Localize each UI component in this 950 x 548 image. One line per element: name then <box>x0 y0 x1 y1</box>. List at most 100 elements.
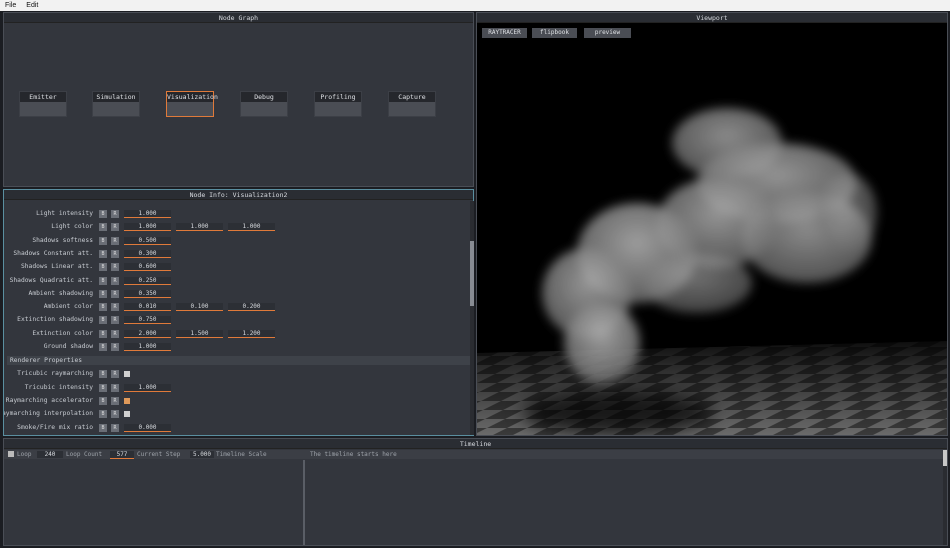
checkbox[interactable] <box>124 371 130 378</box>
smoke-render-scene[interactable] <box>477 23 947 435</box>
menu-bar: File Edit <box>0 0 950 11</box>
bind-button[interactable]: B <box>99 210 107 218</box>
value-field[interactable]: 1.000 <box>228 223 275 232</box>
current-step-label: Current Step <box>137 451 181 458</box>
bind-button[interactable]: B <box>99 223 107 232</box>
node-info-scrollbar[interactable] <box>470 201 474 435</box>
value-field[interactable]: 1.500 <box>176 329 223 338</box>
reset-button[interactable]: R <box>111 423 119 432</box>
property-label: Raymarching interpolation <box>4 410 93 418</box>
checkbox[interactable] <box>124 411 130 418</box>
bind-button[interactable]: B <box>99 370 107 379</box>
property-row-raymarching-interpolation: Raymarching interpolation B R <box>4 409 470 420</box>
reset-button[interactable]: R <box>111 276 119 285</box>
reset-button[interactable]: R <box>111 383 119 392</box>
bind-button[interactable]: B <box>99 423 107 432</box>
value-field[interactable]: 0.500 <box>124 236 171 245</box>
value-field[interactable]: 1.000 <box>124 223 171 232</box>
menu-edit[interactable]: Edit <box>21 2 43 9</box>
bind-button[interactable]: B <box>99 383 107 392</box>
bind-button[interactable]: B <box>99 303 107 312</box>
value-field[interactable]: 0.100 <box>176 303 223 312</box>
value-field[interactable]: 1.000 <box>124 210 171 218</box>
property-label: Extinction shadowing <box>17 316 93 324</box>
property-label: Shadows Quadratic att. <box>9 276 93 284</box>
property-label: Shadows Constant att. <box>13 249 93 257</box>
checkbox[interactable] <box>124 397 130 404</box>
value-field[interactable]: 0.750 <box>124 316 171 325</box>
property-row-tricubic-intensity: Tricubic intensity B R 1.000 <box>4 383 470 394</box>
value-field[interactable]: 0.350 <box>124 289 171 298</box>
bind-button[interactable]: B <box>99 329 107 338</box>
timeline-track-area[interactable] <box>307 460 942 545</box>
viewport-panel: Viewport RAYTRACER flipbook preview <box>476 12 948 436</box>
bind-button[interactable]: B <box>99 236 107 245</box>
property-row-smoke-fire-mix-ratio: Smoke/Fire mix ratio B R 0.000 <box>4 423 470 434</box>
section-label: Renderer Properties <box>10 357 83 365</box>
timeline-scrollbar[interactable] <box>943 450 947 545</box>
bind-button[interactable]: B <box>99 396 107 405</box>
bind-button[interactable]: B <box>99 289 107 298</box>
reset-button[interactable]: R <box>111 316 119 325</box>
reset-button[interactable]: R <box>111 223 119 232</box>
renderer-properties-section[interactable]: Renderer Properties <box>7 356 470 366</box>
bind-button[interactable]: B <box>99 410 107 419</box>
value-field[interactable]: 0.010 <box>124 303 171 312</box>
loop-count-label: Loop Count <box>66 451 103 458</box>
viewport-title: Viewport <box>477 13 947 23</box>
value-field[interactable]: 1.200 <box>228 329 275 338</box>
menu-file[interactable]: File <box>0 2 21 9</box>
value-field[interactable]: 0.200 <box>228 303 275 312</box>
reset-button[interactable]: R <box>111 329 119 338</box>
node-debug[interactable]: Debug <box>240 91 288 117</box>
value-field[interactable]: 1.000 <box>124 343 171 351</box>
raytracer-button[interactable]: RAYTRACER <box>482 28 527 38</box>
loop-count-input[interactable]: 577 <box>110 451 134 459</box>
bind-button[interactable]: B <box>99 343 107 351</box>
loop-input[interactable]: 240 <box>37 451 63 458</box>
reset-button[interactable]: R <box>111 249 119 258</box>
reset-button[interactable]: R <box>111 210 119 218</box>
bind-button[interactable]: B <box>99 276 107 285</box>
timeline-scale-input[interactable]: 5.000 <box>190 451 214 458</box>
reset-button[interactable]: R <box>111 410 119 419</box>
property-row-shadows-softness: Shadows softness B R 0.500 <box>4 236 470 247</box>
node-simulation[interactable]: Simulation <box>92 91 140 117</box>
value-field[interactable]: 2.000 <box>124 329 171 338</box>
value-field[interactable]: 0.600 <box>124 263 171 272</box>
node-capture[interactable]: Capture <box>388 91 436 117</box>
reset-button[interactable]: R <box>111 289 119 298</box>
value-field[interactable]: 0.000 <box>124 423 171 432</box>
property-label: Smoke/Fire mix ratio <box>17 423 93 431</box>
node-label: Capture <box>389 92 435 102</box>
loop-checkbox[interactable] <box>8 451 14 457</box>
bind-button[interactable]: B <box>99 249 107 258</box>
property-row-ground-shadow: Ground shadow B R 1.000 <box>4 342 470 353</box>
node-profiling[interactable]: Profiling <box>314 91 362 117</box>
node-emitter[interactable]: Emitter <box>19 91 67 117</box>
bind-button[interactable]: B <box>99 316 107 325</box>
timeline-panel: Timeline Loop 240 Loop Count 577 Current… <box>3 438 948 546</box>
timeline-tracks-list[interactable] <box>4 460 305 545</box>
value-field[interactable]: 1.000 <box>124 383 171 392</box>
scrollbar-thumb[interactable] <box>470 241 474 306</box>
reset-button[interactable]: R <box>111 370 119 379</box>
preview-button[interactable]: preview <box>584 28 631 38</box>
reset-button[interactable]: R <box>111 236 119 245</box>
bind-button[interactable]: B <box>99 263 107 272</box>
scrollbar-thumb[interactable] <box>943 450 947 466</box>
node-visualization[interactable]: Visualization <box>166 91 218 117</box>
reset-button[interactable]: R <box>111 263 119 272</box>
property-row-shadows-linear-att: Shadows Linear att. B R 0.600 <box>4 262 470 273</box>
property-label: Shadows Linear att. <box>20 263 93 271</box>
value-field[interactable]: 1.000 <box>176 223 223 232</box>
property-label: Shadows softness <box>32 236 93 244</box>
property-label: Light color <box>51 223 93 231</box>
flipbook-button[interactable]: flipbook <box>532 28 577 38</box>
value-field[interactable]: 0.250 <box>124 276 171 285</box>
value-field[interactable]: 0.300 <box>124 249 171 258</box>
property-label: Light intensity <box>36 210 93 217</box>
reset-button[interactable]: R <box>111 343 119 351</box>
reset-button[interactable]: R <box>111 396 119 405</box>
reset-button[interactable]: R <box>111 303 119 312</box>
